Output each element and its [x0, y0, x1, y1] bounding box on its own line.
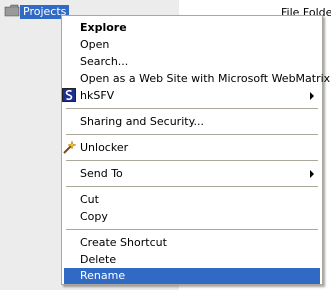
menu-item-label: Open	[80, 38, 110, 51]
menu-item-label: Send To	[80, 167, 123, 180]
menu-item-open-as-website[interactable]: Open as a Web Site with Microsoft WebMat…	[64, 71, 330, 87]
menu-separator	[66, 108, 318, 109]
menu-item-label: Unlocker	[80, 141, 129, 154]
menu-separator	[66, 229, 318, 230]
folder-icon	[4, 4, 20, 17]
menu-item-label: Open as a Web Site with Microsoft WebMat…	[80, 72, 331, 85]
menu-item-unlocker[interactable]: Unlocker	[62, 140, 320, 156]
menu-item-label: Copy	[80, 210, 108, 223]
menu-item-hksfv[interactable]: hkSFV	[62, 88, 320, 104]
menu-item-delete[interactable]: Delete	[64, 252, 320, 268]
menu-item-label: Create Shortcut	[80, 236, 167, 249]
menu-item-open[interactable]: Open	[64, 37, 320, 53]
menu-item-label: Rename	[80, 269, 126, 282]
unlocker-wand-icon	[62, 140, 78, 156]
menu-separator	[66, 186, 318, 187]
menu-item-copy[interactable]: Copy	[64, 209, 320, 225]
menu-separator	[66, 160, 318, 161]
menu-item-label: Delete	[80, 253, 117, 266]
menu-item-send-to[interactable]: Send To	[64, 166, 320, 182]
menu-item-sharing-security[interactable]: Sharing and Security...	[64, 114, 320, 130]
menu-separator	[66, 134, 318, 135]
menu-item-rename[interactable]: Rename	[64, 268, 320, 284]
menu-item-cut[interactable]: Cut	[64, 192, 320, 208]
menu-item-explore[interactable]: Explore	[64, 20, 320, 36]
menu-item-label: Explore	[80, 21, 127, 34]
submenu-arrow-icon	[310, 92, 314, 100]
menu-item-search[interactable]: Search...	[64, 54, 320, 70]
menu-item-label: hkSFV	[80, 89, 115, 102]
menu-item-label: Sharing and Security...	[80, 115, 205, 128]
menu-item-label: Search...	[80, 55, 129, 68]
context-menu: Explore Open Search... Open as a Web Sit…	[61, 15, 330, 285]
hksfv-icon	[62, 88, 78, 104]
submenu-arrow-icon	[310, 170, 314, 178]
menu-item-create-shortcut[interactable]: Create Shortcut	[64, 235, 320, 251]
menu-item-label: Cut	[80, 193, 99, 206]
